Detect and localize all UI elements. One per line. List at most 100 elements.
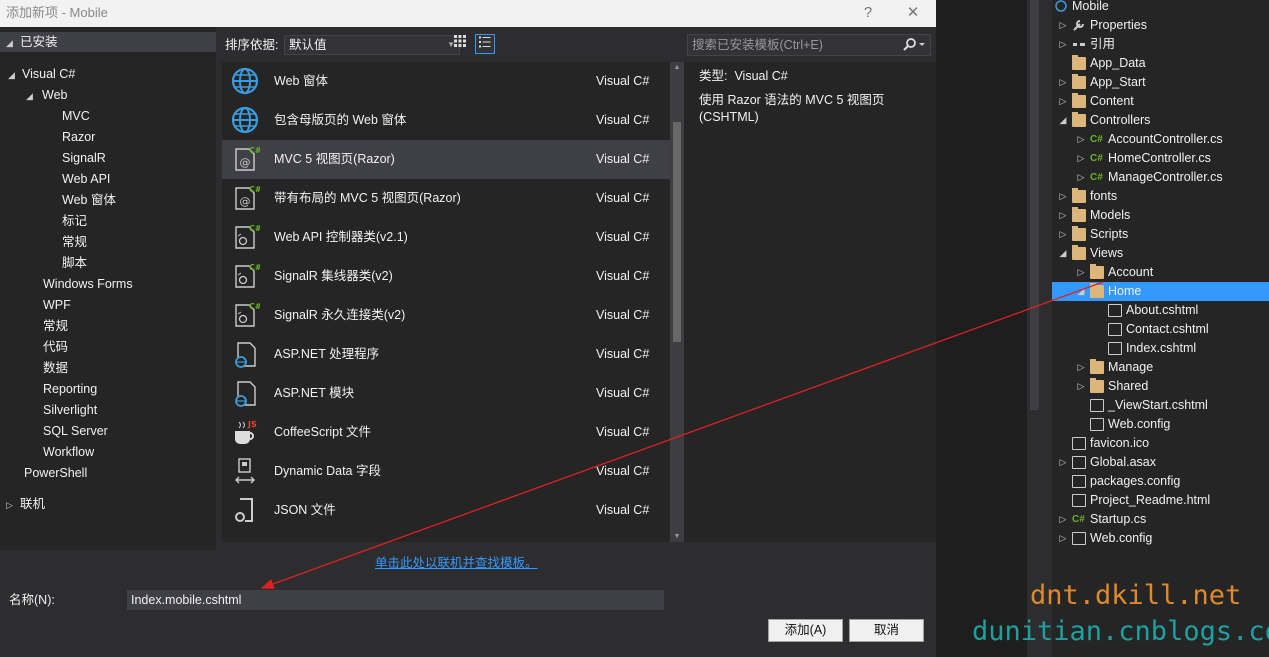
solution-tree-item[interactable]: ▷ Web.config <box>1052 529 1269 548</box>
solution-tree-item[interactable]: About.cshtml <box>1052 301 1269 320</box>
template-row[interactable]: ASP.NET 处理程序 Visual C# <box>222 335 670 374</box>
template-row[interactable]: ASP.NET 模块 Visual C# <box>222 374 670 413</box>
search-icon[interactable] <box>898 37 926 53</box>
tree-item-csharp-child[interactable]: 数据 <box>43 358 68 378</box>
add-button[interactable]: 添加(A) <box>768 619 843 642</box>
template-row[interactable]: Web 窗体 Visual C# <box>222 62 670 101</box>
tree-item-web-child[interactable]: 脚本 <box>62 253 87 273</box>
template-row[interactable]: @C# MVC 5 视图页(Razor) Visual C# <box>222 140 670 179</box>
solution-tree-item[interactable]: favicon.ico <box>1052 434 1269 453</box>
template-row[interactable]: C# Web API 控制器类(v2.1) Visual C# <box>222 218 670 257</box>
solution-tree-item[interactable]: Project_Readme.html <box>1052 491 1269 510</box>
tree-item-online[interactable]: ▷ 联机 <box>6 494 45 514</box>
solution-tree-item[interactable]: ▷ Properties <box>1052 16 1269 35</box>
collapse-caret-icon[interactable]: ◢ <box>1076 282 1086 301</box>
expand-caret-icon[interactable]: ▷ <box>1058 35 1068 54</box>
template-search-input[interactable]: 搜索已安装模板(Ctrl+E) <box>687 34 931 56</box>
cshtml-icon <box>1108 342 1122 355</box>
tree-item-web-child[interactable]: Razor <box>62 127 95 147</box>
expand-caret-icon[interactable]: ▷ <box>1076 168 1086 187</box>
tree-item-web-child[interactable]: Web API <box>62 169 110 189</box>
grid-view-icon[interactable] <box>450 34 470 54</box>
solution-tree-item[interactable]: ▷ C# AccountController.cs <box>1052 130 1269 149</box>
expand-caret-icon[interactable]: ▷ <box>1076 377 1086 396</box>
scrollbar-thumb[interactable] <box>673 122 681 342</box>
template-row[interactable]: C# SignalR 永久连接类(v2) Visual C# <box>222 296 670 335</box>
template-row[interactable]: C# SignalR 集线器类(v2) Visual C# <box>222 257 670 296</box>
template-row[interactable]: 包含母版页的 Web 窗体 Visual C# <box>222 101 670 140</box>
expand-caret-icon[interactable]: ▷ <box>1058 510 1068 529</box>
expand-caret-icon[interactable]: ▷ <box>1076 130 1086 149</box>
expand-caret-icon[interactable]: ▷ <box>1076 358 1086 377</box>
solution-tree-item[interactable]: Contact.cshtml <box>1052 320 1269 339</box>
solution-tree-item[interactable]: ◢ Views <box>1052 244 1269 263</box>
expand-caret-icon[interactable]: ▷ <box>1058 225 1068 244</box>
template-row[interactable]: @C# 带有布局的 MVC 5 视图页(Razor) Visual C# <box>222 179 670 218</box>
solution-tree-item[interactable]: ▷ C# ManageController.cs <box>1052 168 1269 187</box>
collapse-caret-icon[interactable]: ◢ <box>1058 244 1068 263</box>
tree-item-web-child[interactable]: 常规 <box>62 232 87 252</box>
tree-item-csharp-child[interactable]: 代码 <box>43 337 68 357</box>
cancel-button[interactable]: 取消 <box>849 619 924 642</box>
tree-item-csharp-child[interactable]: Reporting <box>43 379 97 399</box>
solution-tree-item[interactable]: Index.cshtml <box>1052 339 1269 358</box>
close-icon[interactable]: ✕ <box>900 2 926 24</box>
solution-tree-item[interactable]: ▷ fonts <box>1052 187 1269 206</box>
solution-tree-item[interactable]: ◢ Home <box>1052 282 1269 301</box>
solution-tree-item[interactable]: ▷ 引用 <box>1052 35 1269 54</box>
collapse-caret-icon[interactable]: ◢ <box>1058 111 1068 130</box>
sort-select[interactable]: 默认值 ▼ <box>284 35 460 55</box>
solution-tree-item[interactable]: ◢ Controllers <box>1052 111 1269 130</box>
expand-caret-icon[interactable]: ▷ <box>1058 187 1068 206</box>
expand-caret-icon[interactable]: ▷ <box>1058 73 1068 92</box>
tree-item-powershell[interactable]: PowerShell <box>24 463 87 483</box>
scroll-down-icon[interactable]: ▼ <box>670 533 684 540</box>
template-list-scrollbar[interactable]: ▲ ▼ <box>670 62 684 542</box>
tree-item-web-child[interactable]: 标记 <box>62 211 87 231</box>
expand-caret-icon[interactable]: ▷ <box>1058 16 1068 35</box>
expand-caret-icon[interactable]: ▷ <box>1058 206 1068 225</box>
scrollbar-thumb[interactable] <box>1030 0 1039 410</box>
solution-tree-item[interactable]: ▷ Models <box>1052 206 1269 225</box>
editor-scrollbar[interactable] <box>1027 0 1042 657</box>
scroll-up-icon[interactable]: ▲ <box>670 64 684 71</box>
expand-caret-icon[interactable]: ▷ <box>1076 149 1086 168</box>
solution-tree-item[interactable]: ▷ App_Start <box>1052 73 1269 92</box>
expand-caret-icon[interactable]: ▷ <box>1058 529 1068 548</box>
list-view-icon[interactable] <box>475 34 495 54</box>
name-input[interactable]: Index.mobile.cshtml <box>127 590 664 610</box>
solution-tree-item[interactable]: _ViewStart.cshtml <box>1052 396 1269 415</box>
solution-tree-item[interactable]: ▷ Shared <box>1052 377 1269 396</box>
template-row[interactable]: Dynamic Data 字段 Visual C# <box>222 452 670 491</box>
template-row[interactable]: JS CoffeeScript 文件 Visual C# <box>222 413 670 452</box>
tree-item-csharp-child[interactable]: Workflow <box>43 442 94 462</box>
solution-tree-item[interactable]: packages.config <box>1052 472 1269 491</box>
solution-tree-item[interactable]: ▷ Account <box>1052 263 1269 282</box>
tree-item-visual-csharp[interactable]: ◢ Visual C# <box>8 64 75 84</box>
tree-item-web-child[interactable]: MVC <box>62 106 90 126</box>
tree-item-csharp-child[interactable]: Silverlight <box>43 400 97 420</box>
find-online-link[interactable]: 单击此处以联机并查找模板。 <box>375 555 538 571</box>
solution-tree-item[interactable]: ▷ Scripts <box>1052 225 1269 244</box>
tree-item-web-child[interactable]: SignalR <box>62 148 106 168</box>
solution-tree-item[interactable]: ▷ C# HomeController.cs <box>1052 149 1269 168</box>
expand-caret-icon[interactable]: ▷ <box>1058 92 1068 111</box>
tree-item-csharp-child[interactable]: 常规 <box>43 316 68 336</box>
tree-item-web[interactable]: ◢ Web <box>26 85 69 105</box>
help-icon[interactable]: ? <box>855 2 881 24</box>
solution-tree-item[interactable]: Web.config <box>1052 415 1269 434</box>
tree-item-csharp-child[interactable]: WPF <box>43 295 71 315</box>
expand-caret-icon[interactable]: ▷ <box>1058 453 1068 472</box>
solution-tree-item[interactable]: ▷ C# Startup.cs <box>1052 510 1269 529</box>
solution-tree-item[interactable]: App_Data <box>1052 54 1269 73</box>
template-row[interactable]: JSON 文件 Visual C# <box>222 491 670 530</box>
tree-item-web-child[interactable]: Web 窗体 <box>62 190 116 210</box>
solution-tree-item[interactable]: ▷ Content <box>1052 92 1269 111</box>
expand-caret-icon[interactable]: ▷ <box>1076 263 1086 282</box>
tree-item-csharp-child[interactable]: SQL Server <box>43 421 108 441</box>
solution-tree-item[interactable]: Mobile <box>1052 0 1269 16</box>
solution-tree-item[interactable]: ▷ Global.asax <box>1052 453 1269 472</box>
tree-item-csharp-child[interactable]: Windows Forms <box>43 274 133 294</box>
installed-header[interactable]: ◢ 已安装 <box>0 32 216 52</box>
solution-tree-item[interactable]: ▷ Manage <box>1052 358 1269 377</box>
